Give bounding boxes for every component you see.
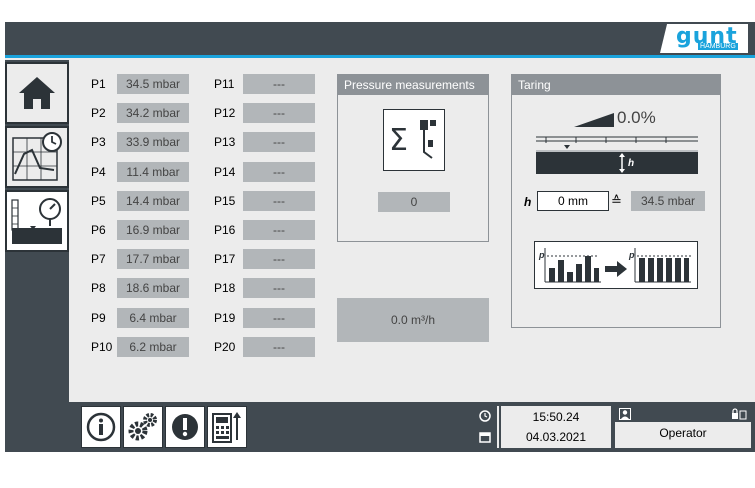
svg-text:h: h: [628, 158, 634, 169]
pressure-label: P19: [214, 310, 236, 325]
sum-measurement-button[interactable]: Σ: [383, 109, 445, 171]
title-accent-line: [5, 55, 755, 58]
pressure-label: P7: [91, 252, 106, 267]
h-input[interactable]: 0 mm: [537, 191, 609, 211]
pressure-label: P17: [214, 252, 236, 267]
data-export-button[interactable]: [207, 406, 247, 448]
flow-rate-display: 0.0 m³/h: [337, 298, 489, 342]
pressure-value: ---: [243, 249, 315, 270]
pressure-label: P3: [91, 135, 106, 150]
pressure-label: P18: [214, 281, 236, 296]
pressure-label: P12: [214, 106, 236, 121]
pressure-label: P9: [91, 310, 106, 325]
pressure-value: 17.7 mbar: [117, 249, 189, 270]
user-name: Operator: [659, 426, 707, 440]
logo-subtext: HAMBURG: [698, 43, 738, 50]
current-time: 15:50.24: [532, 410, 580, 424]
user-icon: [619, 408, 631, 420]
pressure-value: 16.9 mbar: [117, 220, 189, 240]
chart-clock-icon: [12, 132, 62, 181]
pressure-value: ---: [243, 307, 315, 328]
svg-text:p: p: [628, 250, 635, 260]
h-label: h: [524, 195, 532, 209]
pressure-value: ---: [243, 336, 315, 357]
svg-text:p: p: [538, 250, 545, 260]
pressure-value: 6.2 mbar: [117, 336, 189, 357]
user-box[interactable]: Operator: [615, 406, 751, 448]
nav-pressure-button[interactable]: [5, 190, 69, 252]
bottom-toolbar: 15:50.24 04.03.2021 Operator: [69, 402, 755, 452]
tare-button[interactable]: p p: [534, 241, 698, 289]
tare-bars-icon: p p: [538, 248, 691, 283]
warning-icon: [172, 414, 198, 440]
alarm-button[interactable]: [165, 406, 205, 448]
pressure-value: ---: [243, 132, 315, 153]
pressure-label: P1: [91, 77, 106, 91]
pressure-label: P10: [91, 339, 113, 354]
nav-home-button[interactable]: [5, 62, 69, 124]
taring-panel: Taring 0.0% h h 0 mm ≙ 34.5 mbar p p: [511, 74, 721, 328]
manometer-tank-icon: [11, 198, 62, 244]
slope-icon: [574, 113, 614, 127]
settings-button[interactable]: [123, 406, 163, 448]
h-pressure-value: 34.5 mbar: [631, 191, 705, 211]
pressure-value: 11.4 mbar: [117, 161, 189, 182]
pressure-label: P2: [91, 106, 106, 121]
pressure-label: P4: [91, 164, 106, 179]
info-button[interactable]: [81, 406, 121, 448]
home-icon: [19, 77, 55, 109]
pressure-value: 14.4 mbar: [117, 190, 189, 211]
pressure-label: P8: [91, 281, 106, 296]
lock-icon: [732, 408, 747, 420]
info-icon: [86, 412, 116, 442]
pressure-value: 18.6 mbar: [117, 278, 189, 299]
gears-icon: [128, 413, 157, 441]
svg-text:Σ: Σ: [389, 123, 408, 158]
pressure-label: P6: [91, 223, 106, 237]
current-date: 04.03.2021: [525, 430, 587, 444]
side-navigation: [5, 60, 69, 452]
slope-value: 0.0%: [617, 108, 656, 127]
gunt-logo: gunt HAMBURG: [660, 24, 748, 53]
pressure-value: 34.5 mbar: [117, 74, 189, 94]
pressure-label: P11: [214, 77, 235, 91]
taring-panel-title: Taring: [512, 75, 720, 95]
divider: [497, 406, 499, 448]
pressure-value: ---: [243, 103, 315, 124]
pressure-label: P14: [214, 164, 236, 179]
pressure-panel-title: Pressure measurements: [338, 75, 488, 95]
channel-diagram: h: [536, 136, 698, 174]
datetime-box: 15:50.24 04.03.2021: [501, 406, 611, 448]
pressure-label: P5: [91, 193, 106, 208]
pressure-value: 34.2 mbar: [117, 103, 189, 124]
pressure-measurements-panel: Pressure measurements Σ 0: [337, 74, 489, 242]
app-window: gunt HAMBURG P1 34.5 mbar P2 34.2 mbar P…: [5, 22, 755, 452]
pressure-value: 33.9 mbar: [117, 132, 189, 153]
pressure-value: ---: [243, 161, 315, 182]
nav-chart-button[interactable]: [5, 126, 69, 188]
measurement-count: 0: [378, 192, 450, 212]
pressure-label: P15: [214, 193, 236, 208]
pressure-value: ---: [243, 190, 315, 211]
pressure-value: 6.4 mbar: [117, 307, 189, 328]
pressure-value: ---: [243, 74, 315, 94]
pressure-value: ---: [243, 220, 315, 240]
calendar-icon: [479, 432, 491, 443]
pressure-value: ---: [243, 278, 315, 299]
equivalent-symbol: ≙: [611, 193, 622, 208]
sum-sensor-icon: Σ: [389, 120, 436, 159]
pressure-label: P20: [214, 339, 236, 354]
main-content: P1 34.5 mbar P2 34.2 mbar P3 33.9 mbar P4 11.4 …: [75, 62, 750, 402]
pressure-label: P16: [214, 223, 236, 237]
title-bar: gunt HAMBURG: [5, 22, 755, 55]
clock-icon: [479, 410, 491, 422]
device-export-icon: [212, 412, 241, 443]
pressure-label: P13: [214, 135, 236, 150]
